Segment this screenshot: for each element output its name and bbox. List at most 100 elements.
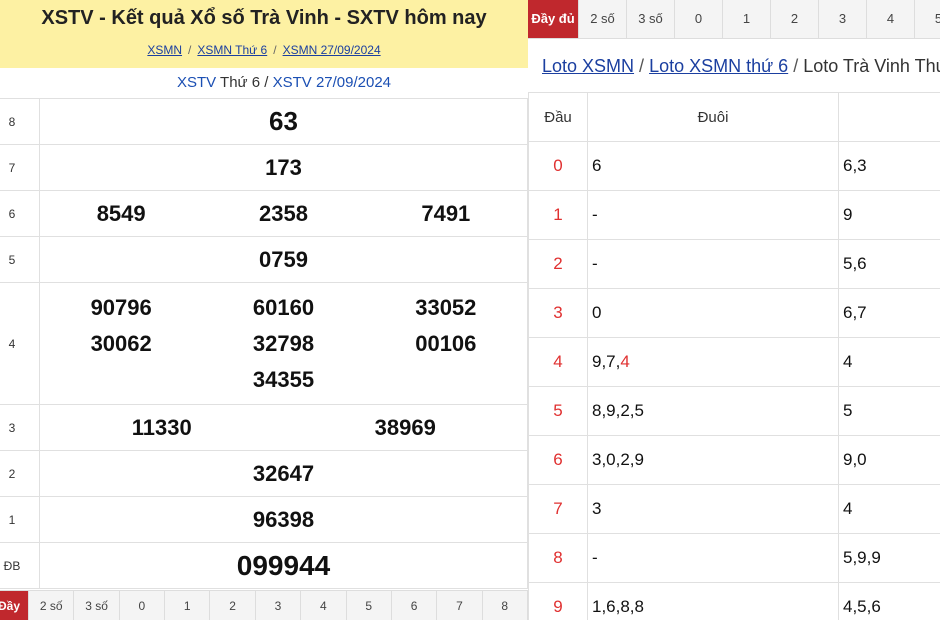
loto-header-row: Đầu Đuôi (528, 92, 940, 142)
subtitle-link-xstv-date[interactable]: XSTV 27/09/2024 (273, 74, 391, 91)
loto-dau-2: 5,6 (838, 239, 940, 289)
loto-duoi: - (587, 533, 839, 583)
tab-digit-7[interactable]: 7 (437, 591, 483, 620)
prize-value: 173 (39, 144, 528, 191)
prize-value: 0759 (39, 236, 528, 283)
prize-value: 90796 (90, 294, 152, 320)
loto-dau: 6 (528, 435, 588, 485)
loto-dau-2: 6,7 (838, 288, 940, 338)
prize-value-jackpot: 099944 (39, 542, 528, 589)
loto-duoi: 1,6,8,8 (587, 582, 839, 620)
prize-value: 33052 (415, 294, 477, 320)
tab-3-digits[interactable]: 3 số (74, 591, 120, 620)
tab-digit-6[interactable]: 6 (392, 591, 438, 620)
loto-dau-2: 9 (838, 190, 940, 240)
tab-digit-1[interactable]: 1 (165, 591, 211, 620)
tab-digit-1[interactable]: 1 (723, 0, 771, 38)
loto-row: 4 9,7,4 4 (528, 337, 940, 387)
breadcrumb-current: Loto Trà Vinh Thứ 6 (803, 56, 940, 76)
prize-value: 32798 (252, 330, 315, 356)
prize-label: 7 (0, 144, 40, 191)
loto-row: 9 1,6,8,8 4,5,6 (528, 582, 940, 620)
tab-digit-0[interactable]: 0 (675, 0, 723, 38)
subtitle-link-xstv[interactable]: XSTV (177, 74, 216, 91)
tab-digit-3[interactable]: 3 (256, 591, 302, 620)
tab-digit-3[interactable]: 3 (819, 0, 867, 38)
tab-3-digits[interactable]: 3 số (627, 0, 675, 38)
loto-dau: 2 (528, 239, 588, 289)
prize-value: 11330 (131, 414, 192, 440)
page-header: XSTV - Kết quả Xổ số Trà Vinh - SXTV hôm… (0, 0, 528, 68)
prize-row-2: 2 32647 (0, 450, 528, 497)
loto-dau-2: 4,5,6 (838, 582, 940, 620)
loto-dau: 4 (528, 337, 588, 387)
prize-row-8: 8 63 (0, 98, 528, 145)
loto-dau: 9 (528, 582, 588, 620)
prize-row-7: 7 173 (0, 144, 528, 191)
prize-value: 96398 (39, 496, 528, 543)
tab-digit-5[interactable]: 5 (347, 591, 392, 620)
prize-value: 8549 (96, 200, 146, 226)
prize-row-6: 6 8549 2358 7491 (0, 190, 528, 237)
breadcrumb: XSMN / XSMN Thứ 6/XSMN 27/09/2024 (147, 43, 381, 57)
result-filter-tabs: Đầy đủ 2 số 3 số 0 1 2 3 4 5 6 7 8 (0, 590, 528, 620)
column-header-dau-2 (838, 92, 940, 142)
prize-row-5: 5 0759 (0, 236, 528, 283)
prize-label: 5 (0, 236, 40, 283)
prize-label: 1 (0, 496, 40, 543)
prize-value: 2358 (259, 200, 308, 226)
tab-2-digits[interactable]: 2 số (579, 0, 627, 38)
loto-dau: 7 (528, 484, 588, 534)
loto-duoi: 3,0,2,9 (587, 435, 839, 485)
breadcrumb-link-loto-xsmn-thu6[interactable]: Loto XSMN thứ 6 (649, 56, 788, 76)
breadcrumb-link-loto-xsmn[interactable]: Loto XSMN (542, 56, 634, 76)
loto-dau-2: 9,0 (838, 435, 940, 485)
loto-dau: 1 (528, 190, 588, 240)
loto-duoi: 3 (587, 484, 839, 534)
loto-dau-2: 4 (838, 484, 940, 534)
loto-dau-2: 4 (838, 337, 940, 387)
prize-row-3: 3 11330 38969 (0, 404, 528, 451)
prize-value: 60160 (252, 294, 315, 320)
tab-digit-2[interactable]: 2 (210, 591, 256, 620)
tab-full[interactable]: Đầy đủ (0, 591, 29, 620)
loto-row: 734 (528, 484, 940, 534)
loto-row: 2-5,6 (528, 239, 940, 289)
loto-dau: 3 (528, 288, 588, 338)
prize-value: 38969 (374, 414, 436, 440)
loto-duoi: 6 (587, 141, 839, 191)
breadcrumb-link-xsmn[interactable]: XSMN (147, 43, 182, 57)
breadcrumb-link-xsmn-date[interactable]: XSMN 27/09/2024 (283, 43, 381, 57)
loto-dau-2: 6,3 (838, 141, 940, 191)
prize-value: 34355 (252, 366, 315, 392)
tab-digit-4[interactable]: 4 (867, 0, 915, 38)
loto-breadcrumb: Loto XSMN / Loto XSMN thứ 6/Loto Trà Vinh … (542, 56, 940, 77)
column-header-duoi: Đuôi (587, 92, 839, 142)
loto-table: Đầu Đuôi 0 6 6,3 1-9 2-5,6 3 0 6,7 4 9,7,4 4 5 8,9,2… (528, 92, 940, 620)
tab-digit-2[interactable]: 2 (771, 0, 819, 38)
tab-2-digits[interactable]: 2 số (29, 591, 75, 620)
prize-label: 3 (0, 404, 40, 451)
tab-digit-5[interactable]: 5 (915, 0, 940, 38)
loto-duoi: 0 (587, 288, 839, 338)
loto-duoi-highlight: 4 (620, 352, 630, 371)
tab-full[interactable]: Đầy đủ (528, 0, 579, 38)
page-title: XSTV - Kết quả Xổ số Trà Vinh - SXTV hôm… (41, 7, 487, 29)
loto-row: 0 6 6,3 (528, 141, 940, 191)
loto-filter-tabs: Đầy đủ 2 số 3 số 0 1 2 3 4 5 (528, 0, 940, 39)
tab-digit-8[interactable]: 8 (483, 591, 528, 620)
loto-dau: 0 (528, 141, 588, 191)
breadcrumb-link-xsmn-thu6[interactable]: XSMN Thứ 6 (197, 43, 267, 57)
loto-dau: 8 (528, 533, 588, 583)
left-panel: XSTV - Kết quả Xổ số Trà Vinh - SXTV hôm… (0, 0, 528, 620)
loto-row: 5 8,9,2,5 5 (528, 386, 940, 436)
prize-value: 7491 (421, 200, 471, 226)
tab-digit-4[interactable]: 4 (301, 591, 347, 620)
tab-digit-0[interactable]: 0 (120, 591, 166, 620)
column-header-dau: Đầu (528, 92, 588, 142)
loto-dau: 5 (528, 386, 588, 436)
prize-label: ĐB (0, 542, 40, 589)
loto-row: 3 0 6,7 (528, 288, 940, 338)
prize-row-4: 4 90796 60160 33052 30062 32798 00106 34… (0, 282, 528, 405)
loto-row: 8-5,9,9 (528, 533, 940, 583)
